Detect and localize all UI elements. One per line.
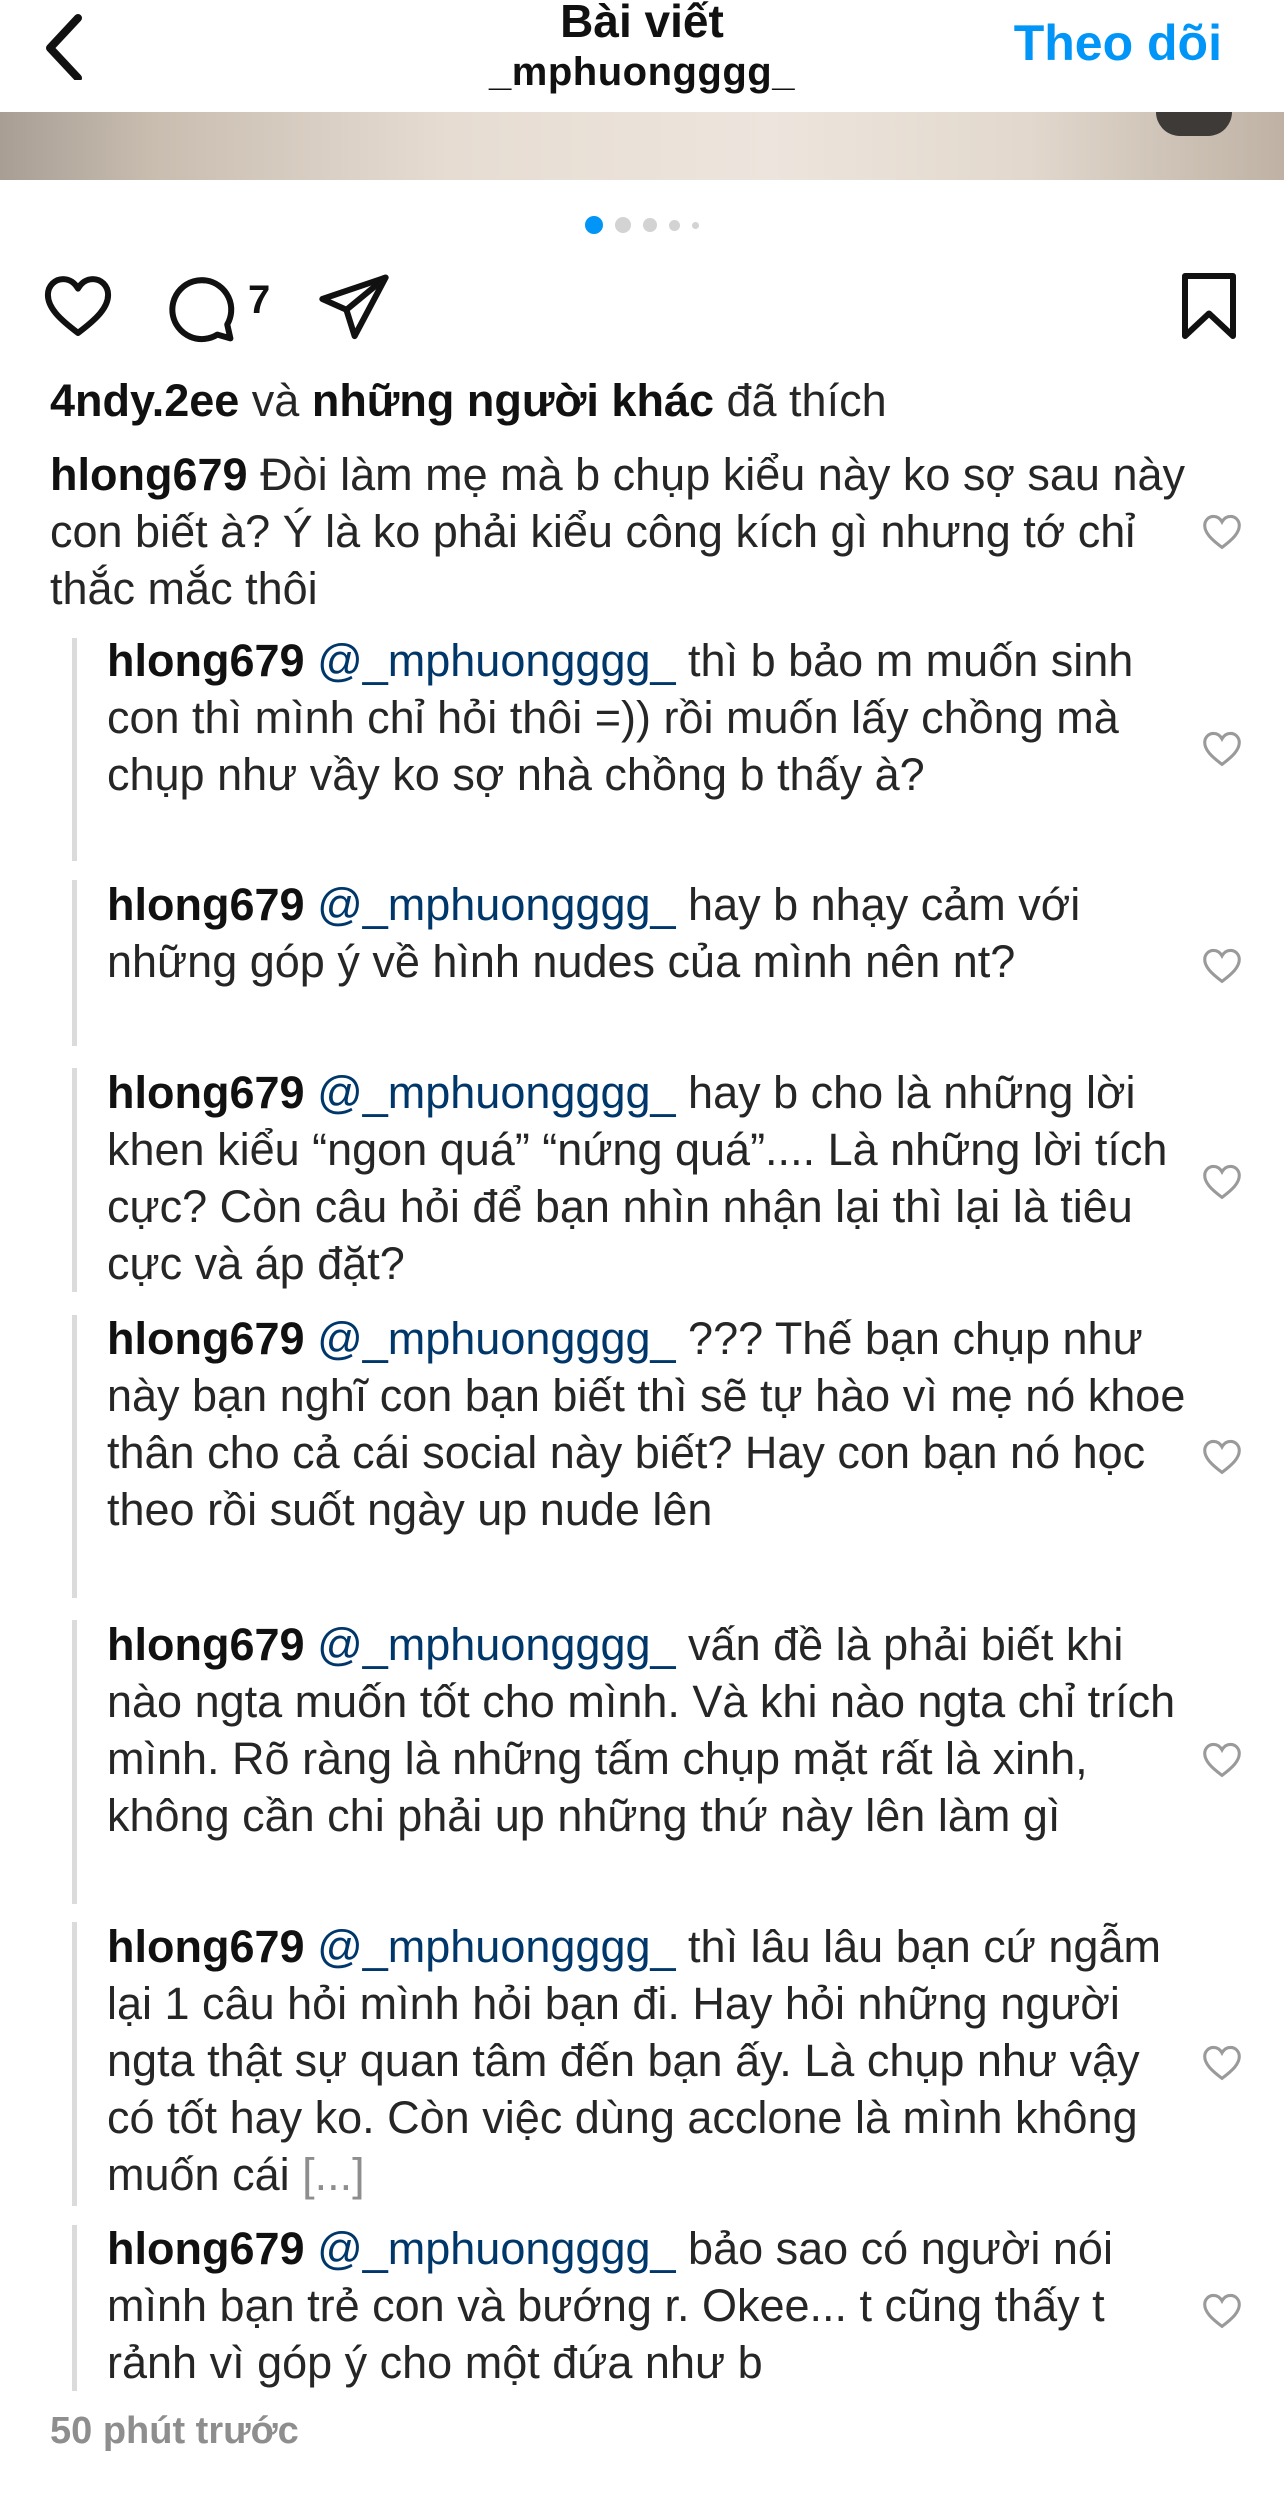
top-comment: hlong679 Đòi làm mẹ mà b chụp kiểu này k… — [50, 446, 1200, 617]
reply-thread-line — [72, 638, 77, 861]
carousel-dot — [669, 219, 680, 231]
reply-username[interactable]: hlong679 — [107, 635, 305, 686]
reply-comment: hlong679 @_mphuongggg_ bảo sao có người … — [107, 2220, 1192, 2391]
reply-like-heart-icon[interactable] — [1200, 728, 1244, 768]
top-nav-bar: Bài viết _mphuongggg_ Theo dõi — [0, 0, 1284, 112]
reply-thread-line — [72, 1620, 77, 1904]
share-paper-plane-icon[interactable] — [316, 268, 392, 344]
reply-thread-line — [72, 880, 77, 1046]
carousel-dot — [643, 218, 657, 232]
likes-suffix: đã thích — [714, 375, 887, 426]
reply-username[interactable]: hlong679 — [107, 2223, 305, 2274]
post-image[interactable] — [0, 112, 1284, 180]
reply-comment: hlong679 @_mphuongggg_ thì b bảo m muốn … — [107, 632, 1192, 803]
reply-thread-line — [72, 2225, 77, 2391]
reply-username[interactable]: hlong679 — [107, 1619, 305, 1670]
bookmark-icon[interactable] — [1176, 270, 1242, 342]
likes-joiner: và — [239, 375, 312, 426]
reply-comment: hlong679 @_mphuongggg_ hay b cho là nhữn… — [107, 1064, 1192, 1292]
reply-like-heart-icon[interactable] — [1200, 2042, 1244, 2082]
reply-like-heart-icon[interactable] — [1200, 2290, 1244, 2330]
reply-mention[interactable]: @_mphuongggg_ — [317, 635, 675, 686]
reply-like-heart-icon[interactable] — [1200, 1739, 1244, 1779]
carousel-dot-active — [585, 216, 603, 234]
carousel-dot — [692, 221, 699, 229]
reply-mention[interactable]: @_mphuongggg_ — [317, 2223, 675, 2274]
reply-mention[interactable]: @_mphuongggg_ — [317, 879, 675, 930]
reply-mention[interactable]: @_mphuongggg_ — [317, 1619, 675, 1670]
reply-like-heart-icon[interactable] — [1200, 1161, 1244, 1201]
reply-username[interactable]: hlong679 — [107, 1067, 305, 1118]
reply-like-heart-icon[interactable] — [1200, 945, 1244, 985]
see-more-link[interactable]: [...] — [302, 2149, 365, 2200]
follow-button[interactable]: Theo dõi — [1014, 14, 1222, 72]
reply-comment: hlong679 @_mphuongggg_ hay b nhạy cảm vớ… — [107, 876, 1192, 990]
post-timestamp: 50 phút trước — [50, 2410, 299, 2452]
reply-username[interactable]: hlong679 — [107, 1313, 305, 1364]
comment-bubble-icon[interactable] — [162, 270, 238, 346]
reply-thread-line — [72, 1315, 77, 1598]
comment-like-heart-icon[interactable] — [1200, 511, 1244, 551]
others-link[interactable]: những người khác — [312, 375, 714, 426]
liker-username[interactable]: 4ndy.2ee — [50, 375, 239, 426]
reply-like-heart-icon[interactable] — [1200, 1436, 1244, 1476]
comment-count: 7 — [248, 278, 271, 322]
reply-username[interactable]: hlong679 — [107, 879, 305, 930]
reply-thread-line — [72, 1068, 77, 1292]
image-overlay-button[interactable] — [1156, 112, 1232, 136]
reply-comment: hlong679 @_mphuongggg_ thì lâu lâu bạn c… — [107, 1918, 1192, 2203]
carousel-dot — [615, 217, 631, 233]
reply-thread-line — [72, 1922, 77, 2206]
reply-mention[interactable]: @_mphuongggg_ — [317, 1067, 675, 1118]
reply-mention[interactable]: @_mphuongggg_ — [317, 1313, 675, 1364]
reply-mention[interactable]: @_mphuongggg_ — [317, 1921, 675, 1972]
like-heart-icon[interactable] — [40, 268, 116, 344]
comment-username[interactable]: hlong679 — [50, 449, 248, 500]
reply-comment: hlong679 @_mphuongggg_ vấn đề là phải bi… — [107, 1616, 1192, 1844]
reply-username[interactable]: hlong679 — [107, 1921, 305, 1972]
carousel-indicator — [0, 216, 1284, 236]
liked-by-text[interactable]: 4ndy.2ee và những người khác đã thích — [50, 372, 887, 429]
reply-comment: hlong679 @_mphuongggg_ ??? Thế bạn chụp … — [107, 1310, 1192, 1538]
